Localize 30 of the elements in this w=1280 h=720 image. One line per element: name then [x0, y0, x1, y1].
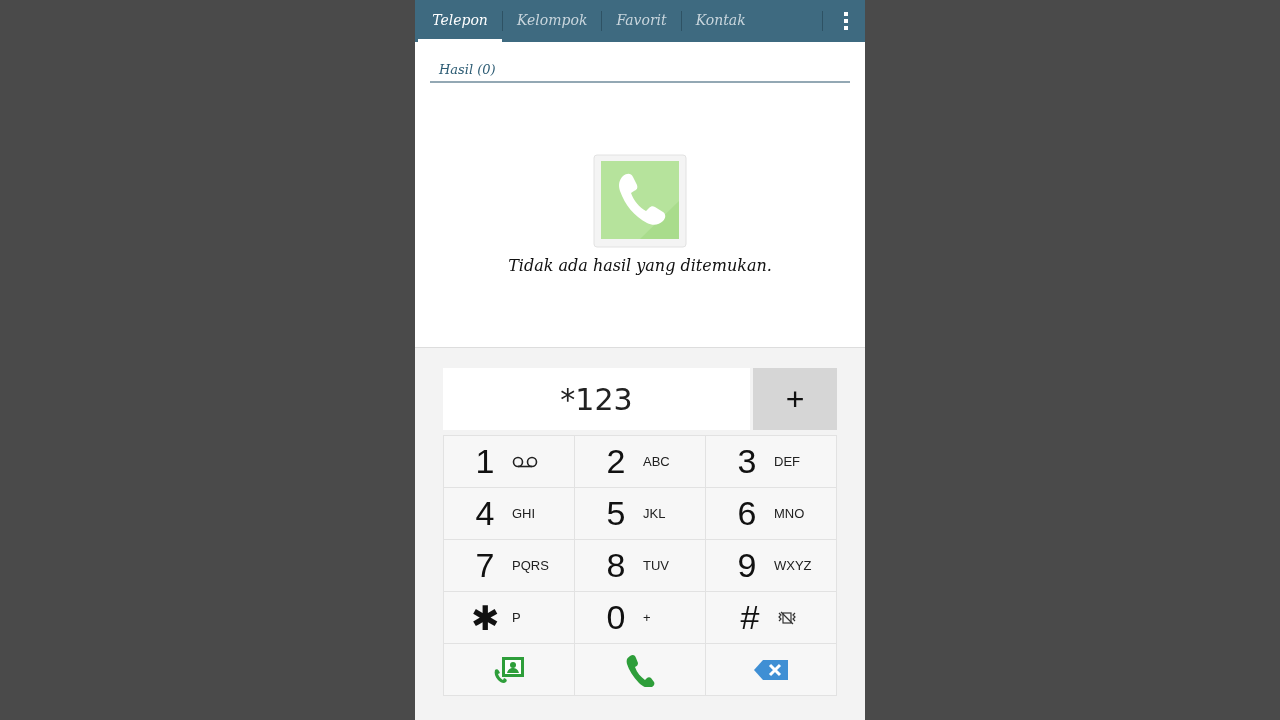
vibrate-off-icon	[777, 610, 797, 625]
dial-key[interactable]: ✱ P	[444, 592, 575, 644]
dial-key[interactable]: 7 PQRS	[444, 540, 575, 592]
results-header: Hasil (0)	[430, 62, 850, 83]
backspace-button[interactable]	[706, 644, 837, 696]
empty-message: Tidak ada hasil yang ditemukan.	[508, 256, 772, 275]
call-button[interactable]	[575, 644, 706, 696]
dial-key[interactable]: 9 WXYZ	[706, 540, 837, 592]
dial-key[interactable]: 1	[444, 436, 575, 488]
dial-key[interactable]: 6 MNO	[706, 488, 837, 540]
dial-key[interactable]: 5 JKL	[575, 488, 706, 540]
backspace-icon	[753, 658, 789, 681]
dial-key[interactable]: 2 ABC	[575, 436, 706, 488]
tab[interactable]: Kelompok	[503, 0, 602, 42]
dial-key[interactable]: 0 +	[575, 592, 706, 644]
contacts-button[interactable]	[444, 644, 575, 696]
add-button[interactable]: +	[753, 368, 837, 430]
contact-card-icon	[492, 654, 526, 685]
dial-key[interactable]: 4 GHI	[444, 488, 575, 540]
more-options-icon[interactable]	[843, 11, 849, 31]
tab[interactable]: Favorit	[602, 0, 681, 42]
dial-key[interactable]: #	[706, 592, 837, 644]
dial-key[interactable]: 8 TUV	[575, 540, 706, 592]
voicemail-icon	[512, 455, 538, 468]
dial-input-field[interactable]: *123	[443, 368, 750, 430]
call-icon	[624, 652, 656, 687]
tab[interactable]: Kontak	[681, 0, 760, 42]
tab[interactable]: Telepon	[418, 0, 502, 42]
dial-key[interactable]: 3 DEF	[706, 436, 837, 488]
phone-icon	[593, 154, 687, 248]
